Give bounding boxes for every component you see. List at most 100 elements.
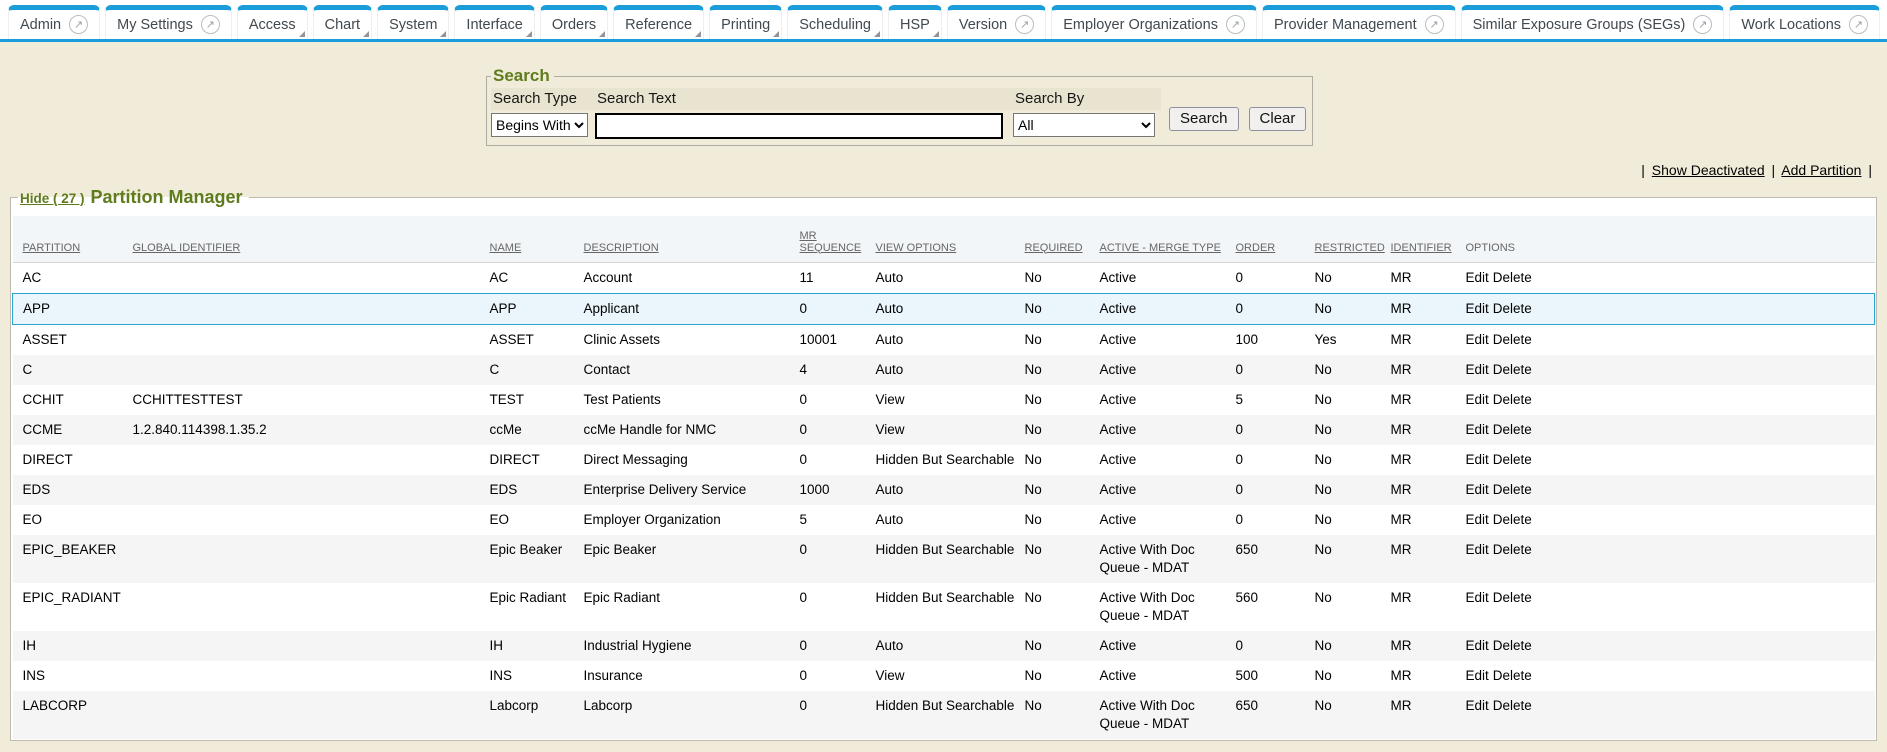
cell-partition: AC [13, 262, 123, 293]
open-new-window-icon[interactable]: ↗ [1226, 15, 1245, 34]
tab-provider-management[interactable]: Provider Management↗ [1262, 5, 1456, 39]
table-row-ih[interactable]: IHIHIndustrial Hygiene0AutoNoActive0NoMR… [13, 631, 1875, 661]
delete-link[interactable]: Delete [1493, 392, 1532, 407]
cell-partition: C [13, 355, 123, 385]
delete-link[interactable]: Delete [1493, 301, 1532, 316]
tab-hsp[interactable]: HSP [888, 5, 942, 39]
open-new-window-icon[interactable]: ↗ [69, 15, 88, 34]
edit-link[interactable]: Edit [1466, 270, 1489, 285]
cell-mr_sequence: 5 [790, 505, 866, 535]
tab-access[interactable]: Access [237, 5, 308, 39]
tab-interface[interactable]: Interface [454, 5, 534, 39]
table-row-asset[interactable]: ASSETASSETClinic Assets10001AutoNoActive… [13, 324, 1875, 355]
table-row-epic-radiant[interactable]: EPIC_RADIANTEpic RadiantEpic Radiant0Hid… [13, 583, 1875, 631]
edit-link[interactable]: Edit [1466, 452, 1489, 467]
tab-scheduling[interactable]: Scheduling [787, 5, 883, 39]
column-header-order[interactable]: ORDER [1226, 216, 1305, 262]
delete-link[interactable]: Delete [1493, 542, 1532, 557]
tab-printing[interactable]: Printing [709, 5, 782, 39]
search-button[interactable]: Search [1169, 107, 1239, 131]
cell-view_options: Hidden But Searchable [866, 535, 1015, 583]
delete-link[interactable]: Delete [1493, 668, 1532, 683]
open-new-window-icon[interactable]: ↗ [1693, 15, 1712, 34]
column-header-label: OPTIONS [1466, 242, 1516, 254]
clear-button[interactable]: Clear [1249, 107, 1307, 131]
hide-link[interactable]: Hide ( 27 ) [20, 191, 85, 206]
table-row-direct[interactable]: DIRECTDIRECTDirect Messaging0Hidden But … [13, 445, 1875, 475]
column-header-restricted[interactable]: RESTRICTED [1305, 216, 1381, 262]
edit-link[interactable]: Edit [1466, 638, 1489, 653]
delete-link[interactable]: Delete [1493, 638, 1532, 653]
tab-chart[interactable]: Chart [313, 5, 372, 39]
table-row-cchit[interactable]: CCHITCCHITTESTTESTTESTTest Patients0View… [13, 385, 1875, 415]
cell-restricted: No [1305, 293, 1381, 324]
column-header-partition[interactable]: PARTITION [13, 216, 123, 262]
delete-link[interactable]: Delete [1493, 270, 1532, 285]
cell-order: 0 [1226, 631, 1305, 661]
cell-options: Edit Delete [1456, 631, 1875, 661]
search-text-input[interactable] [595, 113, 1003, 139]
edit-link[interactable]: Edit [1466, 482, 1489, 497]
column-header-description[interactable]: DESCRIPTION [574, 216, 790, 262]
column-header-mr_sequence[interactable]: MR SEQUENCE [790, 216, 866, 262]
table-row-ac[interactable]: ACACAccount11AutoNoActive0NoMREditDelete [13, 262, 1875, 293]
column-header-identifier[interactable]: IDENTIFIER [1381, 216, 1456, 262]
edit-link[interactable]: Edit [1466, 332, 1489, 347]
edit-link[interactable]: Edit [1466, 301, 1489, 316]
table-row-eds[interactable]: EDSEDSEnterprise Delivery Service1000Aut… [13, 475, 1875, 505]
tab-my-settings[interactable]: My Settings ↗ [105, 5, 232, 39]
show-deactivated-link[interactable]: Show Deactivated [1652, 162, 1765, 178]
edit-link[interactable]: Edit [1466, 362, 1489, 377]
open-new-window-icon[interactable]: ↗ [201, 15, 220, 34]
tab-system[interactable]: System [377, 5, 449, 39]
column-header-name[interactable]: NAME [480, 216, 574, 262]
search-by-select[interactable]: All [1013, 113, 1155, 137]
delete-link[interactable]: Delete [1493, 422, 1532, 437]
tab-label: System [389, 17, 437, 33]
delete-link[interactable]: Delete [1493, 590, 1532, 605]
tab-reference[interactable]: Reference [613, 5, 704, 39]
column-header-view_options[interactable]: VIEW OPTIONS [866, 216, 1015, 262]
open-new-window-icon[interactable]: ↗ [1015, 15, 1034, 34]
edit-link[interactable]: Edit [1466, 392, 1489, 407]
delete-link[interactable]: Delete [1493, 452, 1532, 467]
edit-link[interactable]: Edit [1466, 512, 1489, 527]
tab-work-locations[interactable]: Work Locations ↗ [1729, 5, 1880, 39]
column-header-global_identifier[interactable]: GLOBAL IDENTIFIER [123, 216, 480, 262]
open-new-window-icon[interactable]: ↗ [1425, 15, 1444, 34]
table-row-eo[interactable]: EOEOEmployer Organization5AutoNoActive0N… [13, 505, 1875, 535]
delete-link[interactable]: Delete [1493, 482, 1532, 497]
table-row-ins[interactable]: INSINSInsurance0ViewNoActive500NoMREditD… [13, 661, 1875, 691]
tab-employer-organizations[interactable]: Employer Organizations ↗ [1051, 5, 1257, 39]
column-header-options: OPTIONS [1456, 216, 1875, 262]
table-row-epic-beaker[interactable]: EPIC_BEAKEREpic BeakerEpic Beaker0Hidden… [13, 535, 1875, 583]
edit-link[interactable]: Edit [1466, 698, 1489, 713]
delete-link[interactable]: Delete [1493, 332, 1532, 347]
table-row-app[interactable]: APPAPPApplicant0AutoNoActive0NoMREditDel… [13, 293, 1875, 324]
add-partition-link[interactable]: Add Partition [1781, 162, 1861, 178]
edit-link[interactable]: Edit [1466, 668, 1489, 683]
edit-link[interactable]: Edit [1466, 422, 1489, 437]
cell-description: Contact [574, 355, 790, 385]
edit-link[interactable]: Edit [1466, 590, 1489, 605]
tab-label: Work Locations [1741, 17, 1841, 33]
delete-link[interactable]: Delete [1493, 362, 1532, 377]
table-row-ccme[interactable]: CCME1.2.840.114398.1.35.2ccMeccMe Handle… [13, 415, 1875, 445]
column-header-merge_type[interactable]: ACTIVE - MERGE TYPE [1090, 216, 1226, 262]
cell-name: ASSET [480, 324, 574, 355]
tab-label: Employer Organizations [1063, 17, 1218, 33]
tab-orders[interactable]: Orders [540, 5, 608, 39]
open-new-window-icon[interactable]: ↗ [1849, 15, 1868, 34]
tab-similar-exposure-groups-segs[interactable]: Similar Exposure Groups (SEGs)↗ [1461, 5, 1725, 39]
table-row-c[interactable]: CCContact4AutoNoActive0NoMREditDelete [13, 355, 1875, 385]
tab-label: My Settings [117, 17, 193, 33]
table-row-labcorp[interactable]: LABCORPLabcorpLabcorp0Hidden But Searcha… [13, 691, 1875, 739]
search-type-select[interactable]: Begins With [491, 113, 588, 137]
delete-link[interactable]: Delete [1493, 512, 1532, 527]
column-header-required[interactable]: REQUIRED [1015, 216, 1090, 262]
delete-link[interactable]: Delete [1493, 698, 1532, 713]
cell-view_options: View [866, 385, 1015, 415]
tab-admin[interactable]: Admin↗ [8, 5, 100, 39]
edit-link[interactable]: Edit [1466, 542, 1489, 557]
tab-version[interactable]: Version↗ [947, 5, 1046, 39]
